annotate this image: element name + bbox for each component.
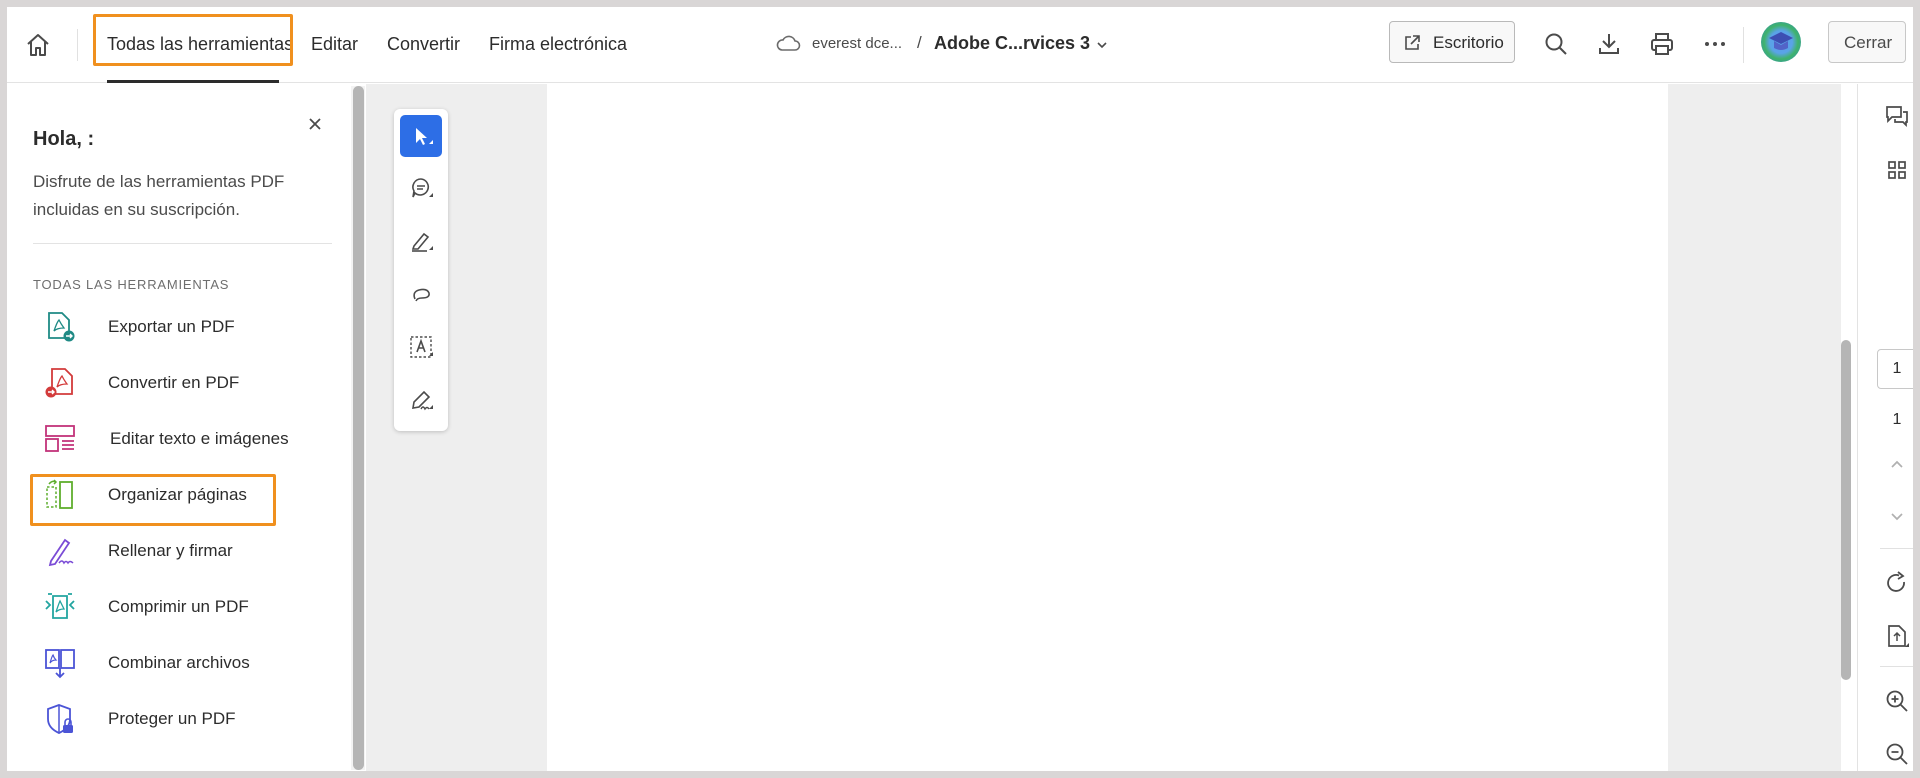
tool-edit-text-images[interactable]: Editar texto e imágenes bbox=[33, 416, 323, 462]
edit-text-images-icon bbox=[43, 422, 77, 456]
current-page-input[interactable]: 1 bbox=[1877, 349, 1913, 389]
total-pages: 1 bbox=[1892, 411, 1902, 428]
close-button[interactable]: Cerrar bbox=[1828, 21, 1906, 63]
panel-scrollbar[interactable] bbox=[353, 86, 364, 770]
draw-tool-button[interactable] bbox=[400, 273, 442, 315]
open-desktop-button[interactable]: Escritorio bbox=[1389, 21, 1515, 63]
external-link-icon bbox=[1405, 35, 1420, 50]
select-tool-button[interactable] bbox=[400, 115, 442, 157]
avatar[interactable] bbox=[1761, 22, 1801, 62]
tool-compress-pdf[interactable]: Comprimir un PDF bbox=[33, 584, 323, 630]
close-icon[interactable] bbox=[306, 115, 324, 133]
greeting-description: Disfrute de las herramientas PDF incluid… bbox=[33, 172, 285, 219]
signature-pen-icon bbox=[412, 390, 433, 411]
tool-label: Editar texto e imágenes bbox=[110, 429, 289, 448]
tool-fill-sign[interactable]: Rellenar y firmar bbox=[33, 528, 323, 574]
canvas-scrollbar[interactable] bbox=[1841, 340, 1851, 680]
export-pdf-icon bbox=[43, 310, 77, 344]
quick-tools-strip bbox=[394, 109, 448, 431]
tool-label: Convertir en PDF bbox=[108, 373, 240, 392]
page-tools-icon[interactable] bbox=[1884, 623, 1910, 649]
close-label: Cerrar bbox=[1844, 33, 1893, 52]
highlight-tool-button[interactable] bbox=[400, 220, 442, 262]
freehand-icon bbox=[413, 288, 430, 302]
sign-tool-button[interactable] bbox=[400, 379, 442, 421]
greeting-title: Hola, : bbox=[33, 128, 95, 150]
pdf-page[interactable] bbox=[547, 84, 1668, 771]
breadcrumb-separator: / bbox=[917, 33, 922, 52]
tool-label: Exportar un PDF bbox=[108, 317, 235, 336]
combine-files-icon bbox=[43, 646, 77, 680]
tool-label: Proteger un PDF bbox=[108, 709, 236, 728]
compress-pdf-icon bbox=[43, 590, 77, 624]
tool-combine-files[interactable]: Combinar archivos bbox=[33, 640, 323, 686]
text-box-icon bbox=[410, 336, 433, 358]
download-icon[interactable] bbox=[1596, 31, 1622, 57]
more-options-icon[interactable] bbox=[1702, 31, 1728, 57]
chevron-up-icon[interactable] bbox=[1884, 451, 1910, 477]
search-icon[interactable] bbox=[1543, 31, 1569, 57]
fill-sign-icon bbox=[43, 534, 77, 568]
tool-export-pdf[interactable]: Exportar un PDF bbox=[33, 304, 323, 350]
tab-edit[interactable]: Editar bbox=[311, 34, 358, 55]
top-bar: Todas las herramientas Editar Convertir … bbox=[7, 7, 1913, 83]
tool-label: Rellenar y firmar bbox=[108, 541, 233, 560]
comment-icon bbox=[412, 178, 433, 198]
tool-create-pdf[interactable]: Convertir en PDF bbox=[33, 360, 323, 406]
divider bbox=[1880, 666, 1913, 667]
comment-tool-button[interactable] bbox=[400, 167, 442, 209]
section-title: TODAS LAS HERRAMIENTAS bbox=[33, 277, 230, 292]
cloud-icon bbox=[775, 33, 801, 53]
highlighter-icon bbox=[411, 232, 433, 252]
cursor-icon bbox=[416, 128, 433, 145]
divider bbox=[1880, 548, 1913, 549]
zoom-in-icon[interactable] bbox=[1884, 688, 1910, 714]
active-tab-underline bbox=[107, 80, 279, 83]
print-icon[interactable] bbox=[1649, 31, 1675, 57]
create-pdf-icon bbox=[43, 366, 77, 400]
breadcrumb-folder[interactable]: everest dce... bbox=[812, 35, 902, 52]
chevron-down-icon[interactable] bbox=[1884, 503, 1910, 529]
tools-panel: Hola, : Disfrute de las herramientas PDF… bbox=[7, 84, 345, 771]
divider bbox=[33, 243, 332, 244]
tool-label: Combinar archivos bbox=[108, 653, 250, 672]
tool-label: Comprimir un PDF bbox=[108, 597, 249, 616]
chevron-down-icon[interactable] bbox=[1095, 38, 1109, 50]
highlight-box-all-tools bbox=[93, 14, 293, 66]
tool-protect-pdf[interactable]: Proteger un PDF bbox=[33, 696, 323, 742]
comments-panel-icon[interactable] bbox=[1884, 103, 1910, 129]
rotate-icon[interactable] bbox=[1884, 570, 1910, 596]
tab-e-sign[interactable]: Firma electrónica bbox=[489, 34, 627, 55]
app-window: Todas las herramientas Editar Convertir … bbox=[7, 7, 1913, 771]
protect-pdf-icon bbox=[43, 702, 77, 736]
document-canvas bbox=[366, 84, 1841, 771]
open-desktop-label: Escritorio bbox=[1433, 33, 1504, 52]
tab-convert[interactable]: Convertir bbox=[387, 34, 460, 55]
document-title[interactable]: Adobe C...rvices 3 bbox=[934, 33, 1090, 54]
home-icon[interactable] bbox=[23, 30, 53, 60]
divider bbox=[1743, 27, 1744, 63]
thumbnails-grid-icon[interactable] bbox=[1884, 157, 1910, 183]
zoom-out-icon[interactable] bbox=[1884, 741, 1910, 767]
text-box-tool-button[interactable] bbox=[400, 326, 442, 368]
highlight-box-organize-pages bbox=[30, 474, 276, 526]
divider bbox=[77, 29, 78, 61]
